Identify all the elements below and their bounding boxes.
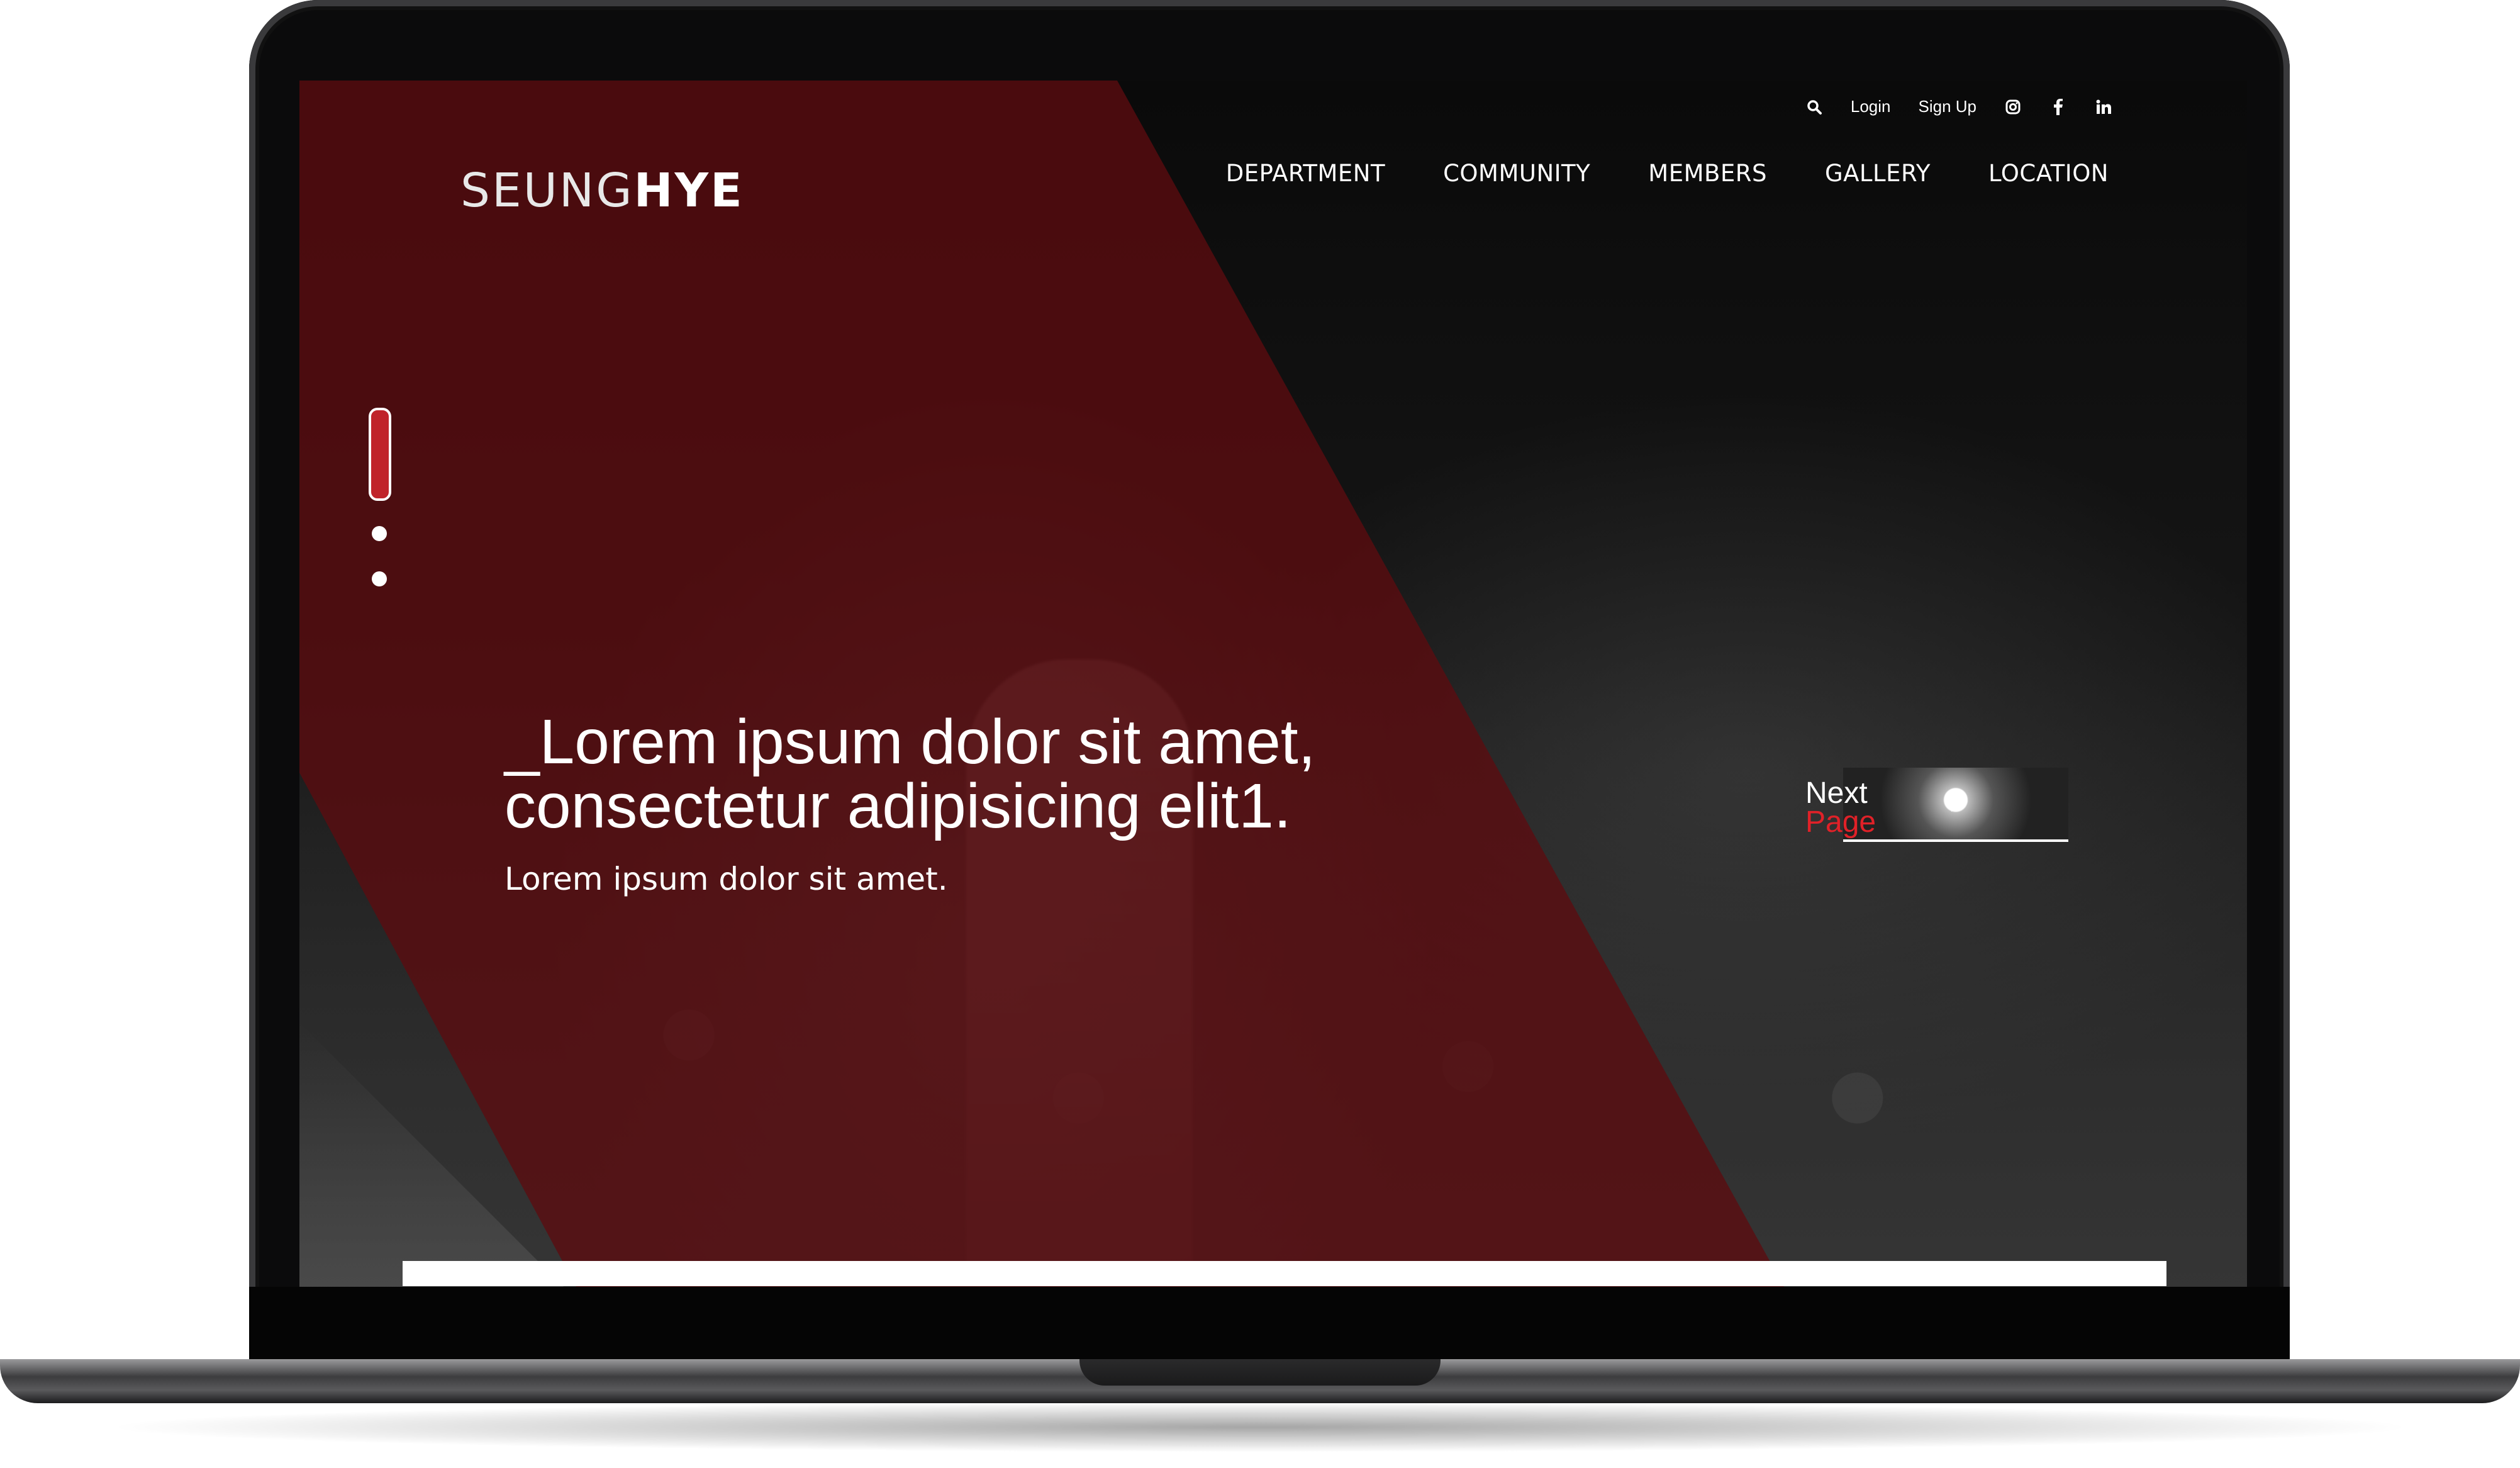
laptop-notch <box>1079 1359 1441 1386</box>
slide-indicator-dot[interactable] <box>372 571 387 586</box>
next-label-line-1: Next <box>1805 776 1868 810</box>
next-page-button[interactable]: Next Page <box>1805 768 2070 843</box>
facebook-icon[interactable] <box>2049 98 2067 116</box>
next-page-thumbnail <box>1843 768 2068 842</box>
hero-subline: Lorem ipsum dolor sit amet. <box>505 861 948 897</box>
next-page-label: Next Page <box>1805 776 1876 839</box>
slide-progress-bar <box>403 1261 2166 1286</box>
hero-headline-line-2: consectetur adipisicing elit1. <box>505 771 1291 841</box>
next-label-line-2: Page <box>1805 805 1876 839</box>
site-logo[interactable]: SEUNGHYE <box>460 164 744 218</box>
instagram-icon[interactable] <box>2004 98 2022 116</box>
nav-item-members[interactable]: MEMBERS <box>1648 160 1767 187</box>
hero-headline: _Lorem ipsum dolor sit amet, consectetur… <box>505 710 1511 838</box>
nav-item-department[interactable]: DEPARTMENT <box>1226 160 1385 187</box>
slide-indicator-dot[interactable] <box>372 526 387 541</box>
main-nav: DEPARTMENT COMMUNITY MEMBERS GALLERY LOC… <box>1226 160 2109 187</box>
laptop-chin <box>249 1287 2290 1362</box>
nav-item-location[interactable]: LOCATION <box>1988 160 2109 187</box>
linkedin-icon[interactable] <box>2095 98 2112 116</box>
nav-item-community[interactable]: COMMUNITY <box>1443 160 1590 187</box>
search-icon[interactable] <box>1805 98 1823 116</box>
signup-link[interactable]: Sign Up <box>1919 97 1977 116</box>
website-screen: SEUNGHYE Login Sign Up DEPARTMENT COMMUN… <box>299 81 2247 1287</box>
utility-bar: Login Sign Up <box>1805 97 2112 116</box>
login-link[interactable]: Login <box>1851 97 1891 116</box>
slide-indicator-active[interactable] <box>369 408 391 501</box>
play-icon <box>1951 792 1968 812</box>
hero-headline-line-1: _Lorem ipsum dolor sit amet, <box>505 707 1316 777</box>
laptop-shadow <box>101 1402 2419 1452</box>
logo-light-text: SEUNG <box>460 164 634 218</box>
nav-item-gallery[interactable]: GALLERY <box>1825 160 1931 187</box>
logo-bold-text: HYE <box>633 164 744 218</box>
